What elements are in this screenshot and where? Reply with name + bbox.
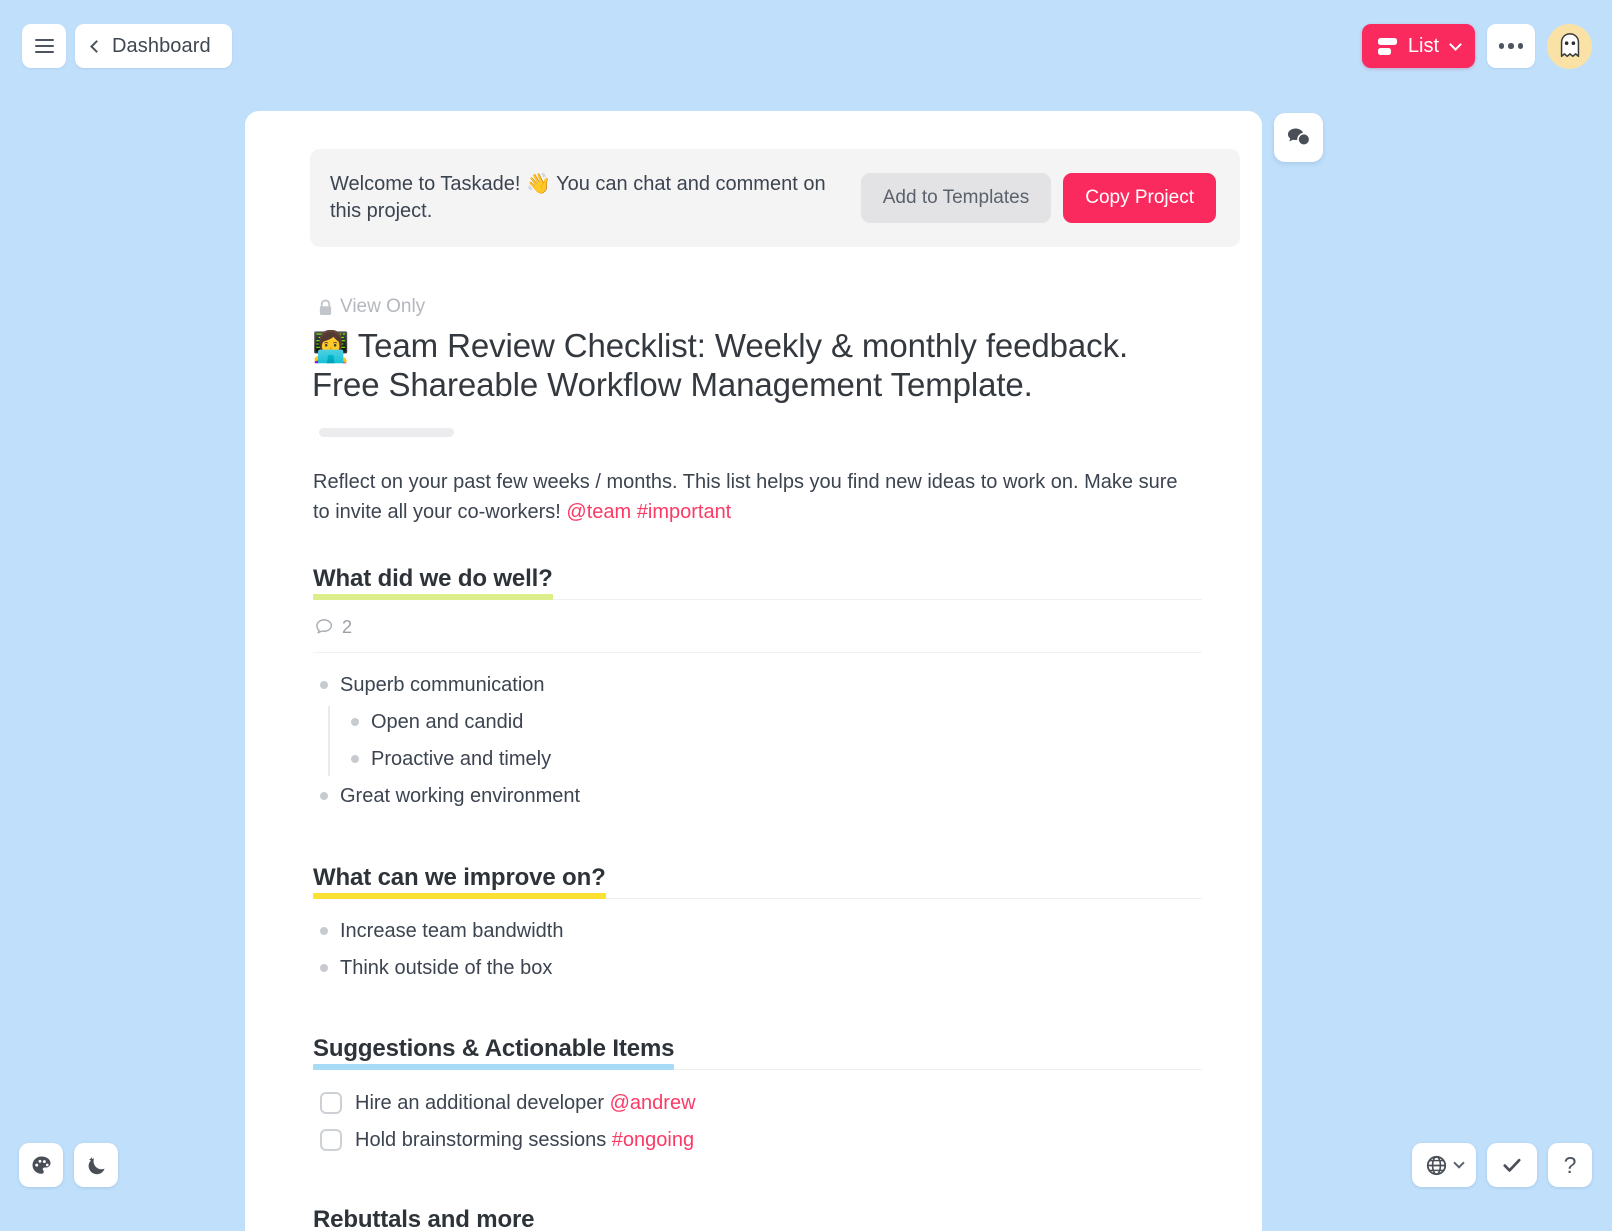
hashtag-tag[interactable]: #ongoing (612, 1129, 694, 1151)
list-item-label: Hold brainstorming sessions (355, 1128, 612, 1151)
title-text: Team Review Checklist: Weekly & monthly … (312, 327, 1129, 403)
top-bar-right-group: List (1361, 23, 1592, 69)
list-item-text: Increase team bandwidth (340, 919, 564, 942)
nested-list-group: Open and candid Proactive and timely (328, 704, 1202, 778)
mention-tag[interactable]: @andrew (610, 1092, 696, 1114)
checkbox-list: Hire an additional developer @andrew Hol… (310, 1085, 1202, 1159)
list-item[interactable]: Hire an additional developer @andrew (310, 1085, 1202, 1122)
section-heading[interactable]: Suggestions & Actionable Items (313, 1034, 675, 1070)
list-view-icon (1377, 37, 1397, 55)
copy-project-button[interactable]: Copy Project (1063, 173, 1216, 223)
list-item[interactable]: Think outside of the box (310, 950, 1202, 987)
sidebar-toggle-button[interactable] (22, 24, 66, 68)
ghost-avatar-icon (1560, 33, 1579, 58)
bullet-dot-icon (351, 755, 359, 764)
checkbox-icon[interactable] (320, 1129, 342, 1152)
section-what-can-we-improve-on: What can we improve on? Increase team ba… (310, 864, 1202, 987)
section-heading[interactable]: What can we improve on? (313, 863, 606, 899)
document-body: View Only 👩‍💻 Team Review Checklist: Wee… (245, 296, 1262, 1231)
chat-bubble-icon (1287, 128, 1311, 147)
section-heading[interactable]: What did we do well? (313, 564, 553, 600)
chevron-down-icon (1453, 1157, 1465, 1169)
welcome-banner-text: Welcome to Taskade! 👋 You can chat and c… (330, 173, 826, 222)
view-only-badge: View Only (318, 296, 1202, 318)
bullet-dot-icon (320, 964, 328, 973)
section-heading-text: What can we improve on? (313, 863, 606, 891)
check-icon (1503, 1158, 1521, 1172)
section-divider (313, 651, 1202, 653)
list-item[interactable]: Proactive and timely (341, 741, 1202, 778)
chat-panel-button[interactable] (1274, 113, 1323, 162)
user-avatar[interactable] (1547, 23, 1592, 69)
list-item[interactable]: Hold brainstorming sessions #ongoing (310, 1122, 1202, 1159)
theme-palette-button[interactable] (19, 1143, 63, 1187)
help-button[interactable]: ? (1548, 1143, 1592, 1187)
list-item-text: Great working environment (340, 784, 581, 807)
project-card: Welcome to Taskade! 👋 You can chat and c… (245, 111, 1262, 1231)
breadcrumb-label: Dashboard (112, 34, 211, 57)
view-only-label: View Only (340, 296, 426, 317)
question-mark-icon: ? (1563, 1151, 1577, 1178)
description-text: Reflect on your past few weeks / months.… (313, 470, 1178, 523)
view-mode-list-button[interactable]: List (1361, 24, 1475, 68)
lock-icon (319, 298, 332, 315)
confirm-button[interactable] (1487, 1143, 1537, 1187)
section-heading-text: Suggestions & Actionable Items (313, 1034, 675, 1062)
description-hashtag[interactable]: #important (637, 501, 732, 523)
moon-icon (88, 1156, 105, 1174)
list-item-text: Proactive and timely (371, 747, 552, 770)
section-rebuttals-and-more: Rebuttals and more Add rebuttals and not… (310, 1206, 1202, 1231)
comment-count-value: 2 (342, 616, 353, 637)
list-item-text: Open and candid (371, 710, 524, 733)
welcome-banner-actions: Add to Templates Copy Project (860, 173, 1216, 223)
bullet-dot-icon (320, 927, 328, 936)
section-what-did-we-do-well: What did we do well? 2 Superb communicat… (310, 565, 1202, 815)
ellipsis-icon (1498, 43, 1505, 49)
list-item[interactable]: Increase team bandwidth (310, 913, 1202, 950)
dark-mode-button[interactable] (74, 1143, 118, 1187)
page-title: 👩‍💻 Team Review Checklist: Weekly & mont… (312, 327, 1202, 405)
welcome-banner: Welcome to Taskade! 👋 You can chat and c… (310, 149, 1240, 247)
comment-count-indicator[interactable]: 2 (315, 617, 1202, 638)
bottom-right-controls: ? (1412, 1143, 1592, 1187)
bullet-list: Superb communication Open and candid Pro… (310, 667, 1202, 815)
top-bar: Dashboard List (0, 0, 1612, 92)
list-item-label: Hire an additional developer (355, 1091, 610, 1114)
section-suggestions-actionable-items: Suggestions & Actionable Items Hire an a… (310, 1035, 1202, 1159)
comment-bubble-icon (316, 619, 333, 634)
chevron-left-icon (90, 39, 103, 53)
progress-bar (319, 427, 454, 437)
chevron-down-icon (1449, 37, 1462, 51)
bullet-list: Increase team bandwidth Think outside of… (310, 913, 1202, 987)
breadcrumb-dashboard-button[interactable]: Dashboard (75, 24, 232, 68)
bottom-left-controls (19, 1143, 118, 1187)
top-bar-left-group: Dashboard (22, 24, 232, 68)
palette-icon (31, 1155, 51, 1174)
list-item[interactable]: Superb communication (310, 667, 1202, 704)
add-to-templates-button[interactable]: Add to Templates (860, 173, 1052, 223)
list-item[interactable]: Open and candid (341, 704, 1202, 741)
bullet-dot-icon (320, 792, 328, 801)
list-item-text: Think outside of the box (340, 956, 553, 979)
list-item-text: Superb communication (340, 673, 545, 696)
list-item-text: Hold brainstorming sessions #ongoing (355, 1129, 694, 1152)
hamburger-icon (34, 39, 54, 53)
list-item[interactable]: Great working environment (310, 778, 1202, 815)
title-emoji: 👩‍💻 (312, 331, 350, 364)
globe-icon (1426, 1155, 1447, 1175)
project-description: Reflect on your past few weeks / months.… (313, 467, 1183, 527)
description-mention[interactable]: @team (566, 501, 631, 523)
checkbox-icon[interactable] (320, 1092, 342, 1115)
more-options-button[interactable] (1487, 24, 1535, 68)
language-button[interactable] (1412, 1143, 1476, 1187)
bullet-dot-icon (320, 681, 328, 690)
view-mode-label: List (1407, 34, 1439, 57)
section-heading[interactable]: Rebuttals and more (313, 1206, 534, 1231)
section-heading-text: What did we do well? (313, 564, 553, 592)
list-item-text: Hire an additional developer @andrew (355, 1092, 696, 1115)
section-heading-text: Rebuttals and more (313, 1205, 535, 1231)
bullet-dot-icon (351, 718, 359, 727)
